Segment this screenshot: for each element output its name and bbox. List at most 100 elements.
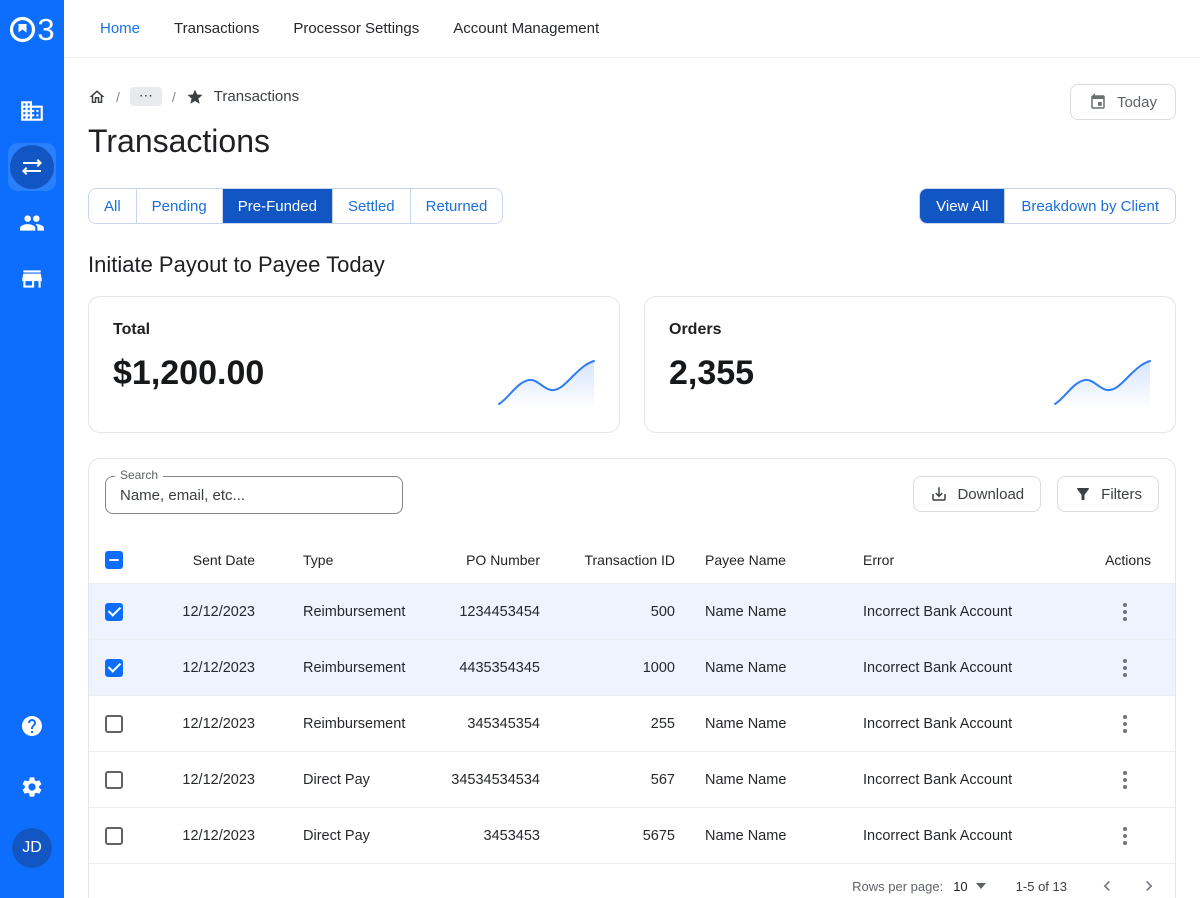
prev-page-button[interactable]: [1097, 876, 1117, 896]
table-row: 12/12/2023 Reimbursement 1234453454 500 …: [89, 584, 1175, 640]
col-header-sent-date: Sent Date: [137, 552, 267, 568]
col-header-payee-name: Payee Name: [687, 552, 847, 568]
col-header-actions: Actions: [1077, 552, 1175, 568]
col-header-po-number: PO Number: [417, 552, 552, 568]
nav-item-transactions[interactable]: Transactions: [174, 20, 259, 37]
tab-all[interactable]: All: [89, 189, 137, 223]
search-field: Search: [105, 476, 403, 514]
cell-type: Reimbursement: [267, 660, 417, 676]
cell-sent-date: 12/12/2023: [137, 660, 267, 676]
calendar-icon: [1089, 93, 1107, 111]
avatar[interactable]: JD: [12, 828, 52, 868]
sidebar-nav: [8, 87, 56, 303]
bookmark-circle-icon: [9, 16, 36, 43]
row-actions-menu-icon[interactable]: [1111, 655, 1139, 681]
row-checkbox[interactable]: [105, 771, 123, 789]
cell-error: Incorrect Bank Account: [847, 772, 1077, 788]
tab-pending[interactable]: Pending: [137, 189, 223, 223]
cell-error: Incorrect Bank Account: [847, 604, 1077, 620]
row-actions-menu-icon[interactable]: [1111, 599, 1139, 625]
total-sparkline-chart: [497, 356, 597, 408]
summary-cards: Total $1,200.00 Orders: [88, 296, 1176, 433]
cell-po-number: 4435354345: [417, 660, 552, 676]
filters-button[interactable]: Filters: [1057, 476, 1159, 512]
chevron-left-icon: [1097, 876, 1117, 896]
cell-error: Incorrect Bank Account: [847, 828, 1077, 844]
cell-po-number: 34534534534: [417, 772, 552, 788]
tab-settled[interactable]: Settled: [333, 189, 411, 223]
transactions-panel: Search Download: [88, 458, 1176, 898]
help-button[interactable]: [20, 714, 44, 743]
tab-pre-funded[interactable]: Pre-Funded: [223, 189, 333, 223]
toggle-view-all[interactable]: View All: [920, 189, 1005, 223]
top-nav: Home Transactions Processor Settings Acc…: [64, 0, 1200, 58]
table-header-row: Sent Date Type PO Number Transaction ID …: [89, 536, 1175, 584]
cell-error: Incorrect Bank Account: [847, 660, 1077, 676]
select-all-checkbox[interactable]: [105, 551, 123, 569]
sidebar-item-company[interactable]: [8, 87, 56, 135]
home-icon[interactable]: [88, 88, 106, 106]
breadcrumb-ellipsis[interactable]: ⋯: [130, 87, 162, 106]
sidebar-item-transactions[interactable]: [8, 143, 56, 191]
sidebar: 3: [0, 0, 64, 898]
cell-payee-name: Name Name: [687, 828, 847, 844]
next-page-button[interactable]: [1139, 876, 1159, 896]
settings-button[interactable]: [20, 775, 44, 804]
main: Home Transactions Processor Settings Acc…: [64, 0, 1200, 898]
sidebar-item-users[interactable]: [8, 199, 56, 247]
cell-transaction-id: 1000: [552, 660, 687, 676]
cell-po-number: 3453453: [417, 828, 552, 844]
table-row: 12/12/2023 Direct Pay 3453453 5675 Name …: [89, 808, 1175, 864]
nav-item-account-management[interactable]: Account Management: [453, 20, 599, 37]
pagination-range: 1-5 of 13: [1016, 879, 1067, 894]
date-filter-button[interactable]: Today: [1070, 84, 1176, 120]
download-icon: [930, 485, 948, 503]
cell-error: Incorrect Bank Account: [847, 716, 1077, 732]
col-header-transaction-id: Transaction ID: [552, 552, 687, 568]
transactions-table: Sent Date Type PO Number Transaction ID …: [89, 536, 1175, 898]
help-icon: [20, 714, 44, 738]
orders-card-label: Orders: [669, 321, 1151, 339]
logo[interactable]: 3: [9, 14, 54, 45]
rows-per-page-select[interactable]: 10: [953, 879, 985, 894]
cell-transaction-id: 567: [552, 772, 687, 788]
building-icon: [19, 98, 45, 124]
search-field-label: Search: [115, 469, 163, 482]
rows-per-page-label: Rows per page:: [852, 879, 943, 894]
transfer-arrows-icon: [20, 155, 44, 179]
page-title: Transactions: [88, 122, 1176, 160]
row-checkbox[interactable]: [105, 603, 123, 621]
gear-icon: [20, 775, 44, 799]
breadcrumb-separator: /: [172, 89, 176, 105]
content: / ⋯ / Transactions Today Transactions: [64, 58, 1200, 898]
nav-item-home[interactable]: Home: [100, 20, 140, 37]
row-actions-menu-icon[interactable]: [1111, 823, 1139, 849]
cell-payee-name: Name Name: [687, 716, 847, 732]
sidebar-bottom: JD: [12, 714, 52, 898]
row-checkbox[interactable]: [105, 715, 123, 733]
tab-returned[interactable]: Returned: [411, 189, 503, 223]
download-button[interactable]: Download: [913, 476, 1041, 512]
star-icon[interactable]: [186, 88, 204, 106]
table-footer: Rows per page: 10 1-5 of 13: [89, 864, 1175, 898]
filters-button-label: Filters: [1101, 486, 1142, 503]
nav-item-processor-settings[interactable]: Processor Settings: [293, 20, 419, 37]
row-checkbox[interactable]: [105, 827, 123, 845]
app: 3: [0, 0, 1200, 898]
row-actions-menu-icon[interactable]: [1111, 767, 1139, 793]
cell-payee-name: Name Name: [687, 772, 847, 788]
dropdown-caret-icon: [976, 883, 986, 889]
cell-payee-name: Name Name: [687, 604, 847, 620]
col-header-error: Error: [847, 552, 1077, 568]
filter-icon: [1074, 485, 1092, 503]
total-card-label: Total: [113, 321, 595, 339]
date-filter-label: Today: [1117, 94, 1157, 111]
row-actions-menu-icon[interactable]: [1111, 711, 1139, 737]
table-row: 12/12/2023 Reimbursement 345345354 255 N…: [89, 696, 1175, 752]
sidebar-item-merchants[interactable]: [8, 255, 56, 303]
toggle-breakdown-by-client[interactable]: Breakdown by Client: [1005, 189, 1175, 223]
cell-po-number: 345345354: [417, 716, 552, 732]
status-tabs: All Pending Pre-Funded Settled Returned: [88, 188, 503, 224]
table-row: 12/12/2023 Reimbursement 4435354345 1000…: [89, 640, 1175, 696]
row-checkbox[interactable]: [105, 659, 123, 677]
